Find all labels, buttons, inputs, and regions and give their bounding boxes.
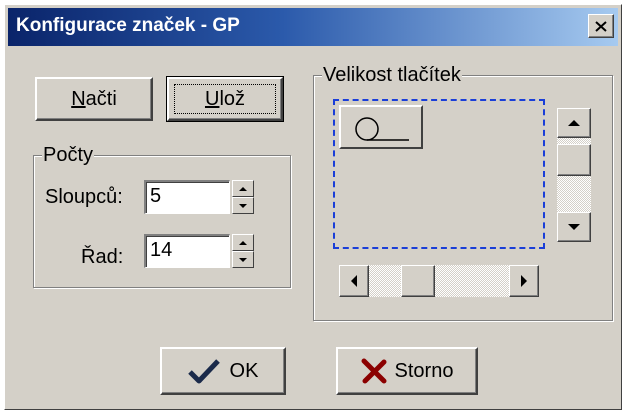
ok-button[interactable]: OK <box>160 347 286 395</box>
columns-spin-up[interactable] <box>232 180 254 197</box>
columns-spinner[interactable] <box>232 180 254 214</box>
rows-spin-down[interactable] <box>232 251 254 268</box>
window-title: Konfigurace značek - GP <box>16 15 240 36</box>
counts-group-label: Počty <box>42 144 95 167</box>
ok-button-label: OK <box>229 359 259 382</box>
vertical-scrollbar[interactable] <box>551 106 595 244</box>
rows-spin-up[interactable] <box>232 234 254 251</box>
cancel-button-label: Storno <box>394 359 454 382</box>
counts-groupbox: Počty <box>33 144 291 288</box>
arrow-down-icon <box>239 257 247 262</box>
focus-rectangle <box>174 84 276 114</box>
columns-input[interactable]: 5 <box>144 180 230 214</box>
arrow-down-icon <box>239 203 247 208</box>
sample-symbol-button[interactable] <box>339 105 423 149</box>
scroll-left-button[interactable] <box>339 265 369 297</box>
load-button[interactable]: Načti <box>35 77 153 121</box>
checkmark-icon <box>187 359 220 384</box>
circle-on-line-icon <box>355 117 409 141</box>
arrow-up-icon <box>568 120 580 126</box>
rows-spinner[interactable] <box>232 234 254 268</box>
scroll-right-button[interactable] <box>509 265 539 297</box>
rows-label: Řad: <box>81 246 124 268</box>
button-size-group-label: Velikost tlačítek <box>322 64 462 87</box>
scroll-down-button[interactable] <box>557 212 591 242</box>
arrow-up-icon <box>239 186 247 191</box>
arrow-up-icon <box>239 240 247 245</box>
button-preview-area <box>333 99 545 249</box>
vertical-scroll-thumb[interactable] <box>557 144 591 176</box>
close-button[interactable] <box>588 14 614 38</box>
cancel-button[interactable]: Storno <box>336 347 478 395</box>
columns-spin-down[interactable] <box>232 197 254 214</box>
horizontal-scroll-thumb[interactable] <box>401 265 435 297</box>
columns-label: Sloupců: <box>45 186 123 208</box>
dialog-window: Konfigurace značek - GP Načti Ulož Počty… <box>4 4 622 410</box>
arrow-left-icon <box>351 275 357 287</box>
load-button-label: Načti <box>71 87 117 110</box>
close-x-icon <box>595 20 607 32</box>
rows-input[interactable]: 14 <box>144 234 230 268</box>
scroll-up-button[interactable] <box>557 108 591 138</box>
arrow-down-icon <box>568 224 580 230</box>
horizontal-scrollbar[interactable] <box>339 265 539 297</box>
x-mark-icon <box>361 358 387 384</box>
arrow-right-icon <box>521 275 527 287</box>
save-button[interactable]: Ulož <box>166 76 284 122</box>
title-bar[interactable]: Konfigurace značek - GP <box>8 8 618 46</box>
horizontal-scroll-track[interactable] <box>369 265 509 297</box>
